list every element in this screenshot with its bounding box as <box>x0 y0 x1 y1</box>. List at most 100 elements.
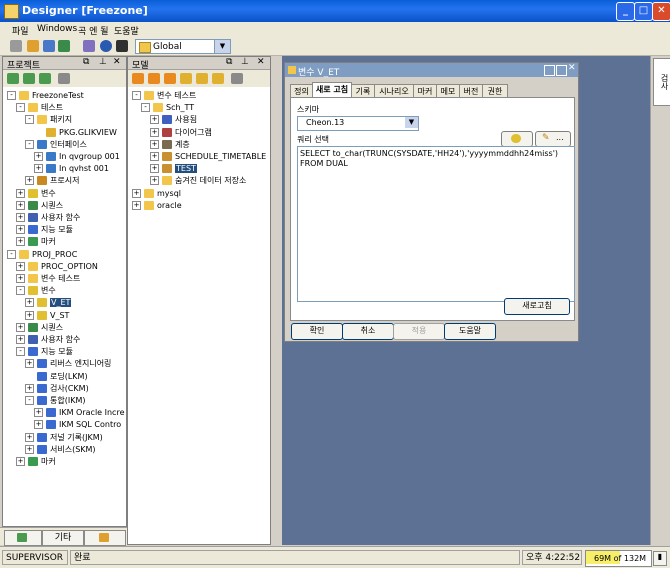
expand-icon[interactable]: + <box>34 420 43 430</box>
project-tree-node[interactable]: + 검사(CKM) <box>25 383 89 395</box>
close-button[interactable]: ✕ <box>652 2 670 21</box>
expand-icon[interactable]: + <box>150 152 159 161</box>
tab-scenario[interactable]: 시나리오 <box>374 84 414 98</box>
operator-icon[interactable] <box>58 40 70 52</box>
minimize-button[interactable]: _ <box>616 2 635 21</box>
project-tree-node[interactable]: + In qvhst 001 <box>34 163 109 175</box>
collapse-icon[interactable]: - <box>16 103 25 113</box>
expand-icon[interactable]: + <box>25 176 34 186</box>
new-folder-icon[interactable] <box>23 73 35 84</box>
project-tree-node[interactable]: 로딩(LKM) <box>25 371 88 383</box>
model-tree-node[interactable]: + SCHEDULE_TIMETABLE <box>150 151 266 163</box>
tab-refresh[interactable]: 새로 고침 <box>312 82 352 98</box>
cancel-button[interactable]: 취소 <box>342 323 394 340</box>
expand-icon[interactable]: + <box>25 298 34 308</box>
expand-icon[interactable]: + <box>16 335 25 344</box>
model-tree-node[interactable]: + TEST <box>150 163 197 175</box>
new-model-folder-icon[interactable] <box>132 73 144 84</box>
chevron-down-icon[interactable]: ▼ <box>405 117 418 128</box>
dialog-close-icon[interactable]: ✕ <box>568 63 576 73</box>
expand-icon[interactable]: + <box>16 200 25 210</box>
project-tree-node[interactable]: PKG.GLIKVIEW <box>34 127 117 139</box>
schema-select[interactable]: Cheon.13 ▼ <box>297 116 419 131</box>
expand-icon[interactable]: + <box>25 359 34 369</box>
pin-icon[interactable]: ⊥ <box>241 57 249 67</box>
project-tree-node[interactable]: + 마커 <box>16 236 56 248</box>
restore-icon[interactable]: ⧉ <box>226 57 232 67</box>
export-icon[interactable] <box>212 73 224 84</box>
ok-button[interactable]: 확인 <box>291 323 343 340</box>
delete-icon[interactable] <box>231 73 243 84</box>
tab-memo[interactable]: 메모 <box>436 84 460 98</box>
project-tree-node[interactable]: + 저널 기록(JKM) <box>25 432 103 444</box>
import-icon[interactable] <box>39 73 51 84</box>
model-tree-node[interactable]: - 변수 테스트 <box>132 90 196 102</box>
expand-icon[interactable]: + <box>34 152 43 161</box>
collapse-icon[interactable]: - <box>16 347 25 357</box>
key-icon[interactable] <box>27 40 39 52</box>
collapse-icon[interactable]: - <box>141 103 150 113</box>
model-tree-node[interactable]: + 다이어그램 <box>150 127 212 139</box>
designer-icon[interactable] <box>43 40 55 52</box>
project-tree-node[interactable]: + 변수 테스트 <box>16 273 80 285</box>
menu-help[interactable]: 도움말 <box>114 24 139 37</box>
model-tree-node[interactable]: + oracle <box>132 200 182 212</box>
expand-icon[interactable]: + <box>25 310 34 320</box>
project-tree-node[interactable]: + 시퀀스 <box>16 322 63 334</box>
project-tree-node[interactable]: - 패키지 <box>25 114 72 126</box>
project-tree-node[interactable]: + 지능 모듈 <box>16 224 73 236</box>
project-tree-node[interactable]: + V_ST <box>25 310 69 322</box>
collapse-icon[interactable]: - <box>25 396 34 405</box>
project-tree-node[interactable]: - 변수 <box>16 285 56 297</box>
project-tree-node[interactable]: + In qvgroup 001 <box>34 151 120 163</box>
expand-icon[interactable]: + <box>150 139 159 149</box>
collapse-icon[interactable]: - <box>7 249 16 259</box>
project-tree-node[interactable]: + 리버스 엔지니어링 <box>25 358 111 370</box>
project-tree-node[interactable]: + V_ET <box>25 297 72 309</box>
binoculars-icon[interactable] <box>116 40 128 52</box>
trash-icon[interactable]: ▮ <box>653 551 667 566</box>
expand-icon[interactable]: + <box>16 188 25 198</box>
expression-editor-button[interactable]: ✎ ... <box>535 131 571 147</box>
project-tree-node[interactable]: + 사용자 함수 <box>16 334 80 346</box>
project-tree-node[interactable]: + 마커 <box>16 456 56 468</box>
panel-close-icon[interactable]: ✕ <box>257 57 265 67</box>
menu-file[interactable]: 파일 <box>12 24 29 37</box>
model-tree-node[interactable]: + 계층 <box>150 139 190 151</box>
expand-icon[interactable]: + <box>150 164 159 174</box>
model-tree-node[interactable]: - Sch_TT <box>141 102 194 114</box>
model-tree-node[interactable]: + 사용됨 <box>150 114 197 126</box>
project-tree-node[interactable]: + 서비스(SKM) <box>25 444 96 456</box>
expand-icon[interactable]: + <box>25 432 34 442</box>
collapse-icon[interactable]: - <box>16 286 25 296</box>
expand-icon[interactable]: + <box>132 188 141 198</box>
help-icon[interactable] <box>100 40 112 52</box>
expand-icon[interactable]: + <box>25 383 34 393</box>
expand-icon[interactable]: + <box>132 200 141 210</box>
expand-icon[interactable]: + <box>34 408 43 418</box>
tab-others[interactable]: 기타 <box>42 530 84 546</box>
expand-icon[interactable]: + <box>16 457 25 466</box>
expand-icon[interactable]: + <box>16 261 25 271</box>
project-tree-node[interactable]: + 프로시저 <box>25 175 79 187</box>
tab-inspect[interactable]: 검사 <box>653 58 670 106</box>
back-icon[interactable] <box>10 40 22 52</box>
tab-definition[interactable]: 정의 <box>290 84 313 98</box>
tab-projects[interactable] <box>4 530 42 546</box>
tab-third[interactable] <box>84 530 126 546</box>
project-tree-node[interactable]: + 시퀀스 <box>16 200 63 212</box>
reverse-icon[interactable] <box>196 73 208 84</box>
pin-icon[interactable]: ⊥ <box>99 57 107 67</box>
collapse-icon[interactable]: - <box>7 91 16 100</box>
menu-item-3[interactable]: 곡 엔 될 <box>78 24 109 37</box>
expand-icon[interactable]: + <box>34 164 43 174</box>
project-tree-node[interactable]: - 통합(IKM) <box>25 395 85 407</box>
collapse-icon[interactable]: - <box>25 115 34 125</box>
help-button[interactable]: 도움말 <box>444 323 496 340</box>
new-project-icon[interactable] <box>7 73 19 84</box>
maximize-button[interactable]: □ <box>634 2 653 21</box>
collapse-icon[interactable]: - <box>25 139 34 149</box>
expand-icon[interactable]: + <box>16 213 25 222</box>
panel-close-icon[interactable]: ✕ <box>113 57 121 67</box>
project-tree-node[interactable]: + 사용자 함수 <box>16 212 80 224</box>
